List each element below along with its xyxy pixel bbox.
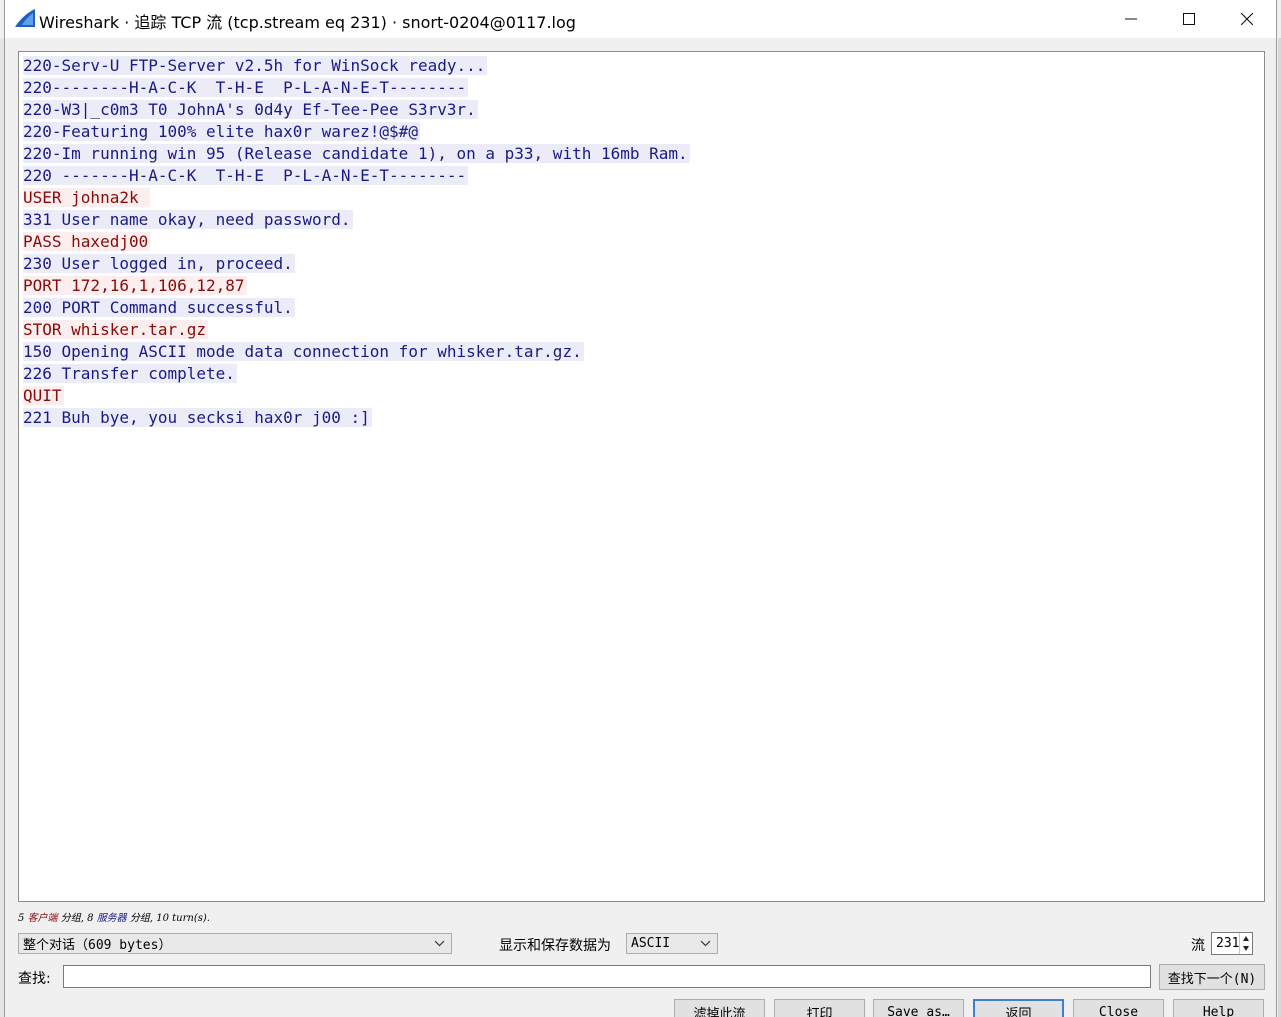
stream-number-value: 231 (1216, 936, 1240, 951)
client-stream-line: USER johna2k (23, 187, 690, 209)
turn-count: 10 turn(s). (156, 913, 210, 924)
client-stream-line: QUIT (23, 385, 690, 407)
stream-line-text: 200 PORT Command successful. (23, 298, 295, 317)
server-stream-line: 220 -------H-A-C-K T-H-E P-L-A-N-E-T----… (23, 165, 690, 187)
stream-line-text: USER johna2k (23, 188, 151, 207)
find-input[interactable] (63, 965, 1151, 988)
spinbox-arrows (1239, 933, 1252, 954)
server-stream-line: 220--------H-A-C-K T-H-E P-L-A-N-E-T----… (23, 77, 690, 99)
spin-down-icon[interactable] (1242, 944, 1250, 953)
stream-content-area[interactable]: 220-Serv-U FTP-Server v2.5h for WinSock … (18, 51, 1265, 902)
save-as-button[interactable]: Save as… (873, 999, 964, 1017)
server-stream-line: 220-Serv-U FTP-Server v2.5h for WinSock … (23, 55, 690, 77)
server-stream-line: 226 Transfer complete. (23, 363, 690, 385)
filter-out-stream-button[interactable]: 滤掉此流 (674, 999, 765, 1017)
find-next-button[interactable]: 查找下一个(N) (1159, 964, 1265, 990)
stream-number-spinbox[interactable]: 231 (1211, 932, 1253, 955)
server-stream-line: 150 Opening ASCII mode data connection f… (23, 341, 690, 363)
server-label: 服务器 (96, 913, 127, 924)
wireshark-fin-icon (15, 9, 35, 27)
packets-label-1: 分组, (60, 913, 84, 924)
stream-number-label: 流 (1191, 938, 1205, 954)
close-icon (1241, 13, 1253, 25)
stream-line-text: 220--------H-A-C-K T-H-E P-L-A-N-E-T----… (23, 78, 469, 97)
stream-lines: 220-Serv-U FTP-Server v2.5h for WinSock … (23, 55, 690, 429)
chevron-down-icon (434, 940, 445, 947)
stream-line-text: 220-W3|_c0m3 T0 JohnA's 0d4y Ef-Tee-Pee … (23, 100, 478, 119)
minimize-button[interactable] (1102, 0, 1160, 38)
window-title: Wireshark · 追踪 TCP 流 (tcp.stream eq 231)… (39, 13, 576, 32)
stream-line-text: PORT 172,16,1,106,12,87 (23, 276, 247, 295)
client-label: 客户端 (27, 913, 58, 924)
client-stream-line: PASS haxedj00 (23, 231, 690, 253)
stream-line-text: 230 User logged in, proceed. (23, 254, 295, 273)
print-button[interactable]: 打印 (774, 999, 865, 1017)
server-stream-line: 331 User name okay, need password. (23, 209, 690, 231)
server-stream-line: 230 User logged in, proceed. (23, 253, 690, 275)
stream-summary: 5 客户端 分组, 8 服务器 分组, 10 turn(s). (18, 909, 210, 924)
server-stream-line: 220-Featuring 100% elite hax0r warez!@$#… (23, 121, 690, 143)
client-stream-line: PORT 172,16,1,106,12,87 (23, 275, 690, 297)
show-as-select-value: ASCII (631, 936, 671, 951)
stream-line-text: 220-Featuring 100% elite hax0r warez!@$#… (23, 122, 420, 141)
server-packet-count: 8 (87, 913, 94, 924)
server-stream-line: 220-W3|_c0m3 T0 JohnA's 0d4y Ef-Tee-Pee … (23, 99, 690, 121)
show-as-label: 显示和保存数据为 (499, 938, 611, 954)
stream-line-text: STOR whisker.tar.gz (23, 320, 209, 339)
help-button[interactable]: Help (1173, 999, 1264, 1017)
close-button[interactable]: Close (1073, 999, 1164, 1017)
client-stream-line: STOR whisker.tar.gz (23, 319, 690, 341)
show-as-select[interactable]: ASCII (626, 933, 718, 954)
minimize-icon (1125, 18, 1137, 20)
title-bar: Wireshark · 追踪 TCP 流 (tcp.stream eq 231)… (5, 0, 1276, 38)
stream-line-text: PASS haxedj00 (23, 232, 151, 251)
maximize-button[interactable] (1160, 0, 1218, 38)
stream-line-text: 331 User name okay, need password. (23, 210, 353, 229)
client-packet-count: 5 (18, 913, 25, 924)
maximize-icon (1183, 13, 1195, 25)
spin-up-icon[interactable] (1242, 934, 1250, 943)
stream-line-text: 226 Transfer complete. (23, 364, 237, 383)
back-button[interactable]: 返回 (973, 999, 1064, 1017)
stream-line-text: 150 Opening ASCII mode data connection f… (23, 342, 584, 361)
follow-tcp-stream-dialog: Wireshark · 追踪 TCP 流 (tcp.stream eq 231)… (4, 0, 1277, 1017)
server-stream-line: 200 PORT Command successful. (23, 297, 690, 319)
stream-line-text: 220 -------H-A-C-K T-H-E P-L-A-N-E-T----… (23, 166, 469, 185)
conversation-select[interactable]: 整个对话（609 bytes） (18, 933, 452, 954)
stream-line-text: 221 Buh bye, you secksi hax0r j00 :] (23, 408, 372, 427)
server-stream-line: 220-Im running win 95 (Release candidate… (23, 143, 690, 165)
close-window-button[interactable] (1218, 0, 1276, 38)
stream-line-text: 220-Serv-U FTP-Server v2.5h for WinSock … (23, 56, 488, 75)
chevron-down-icon (700, 940, 711, 947)
server-stream-line: 221 Buh bye, you secksi hax0r j00 :] (23, 407, 690, 429)
packets-label-2: 分组, (129, 913, 154, 924)
find-label: 查找: (18, 971, 51, 987)
stream-line-text: 220-Im running win 95 (Release candidate… (23, 144, 690, 163)
conversation-select-value: 整个对话（609 bytes） (23, 938, 172, 953)
stream-line-text: QUIT (23, 386, 64, 405)
